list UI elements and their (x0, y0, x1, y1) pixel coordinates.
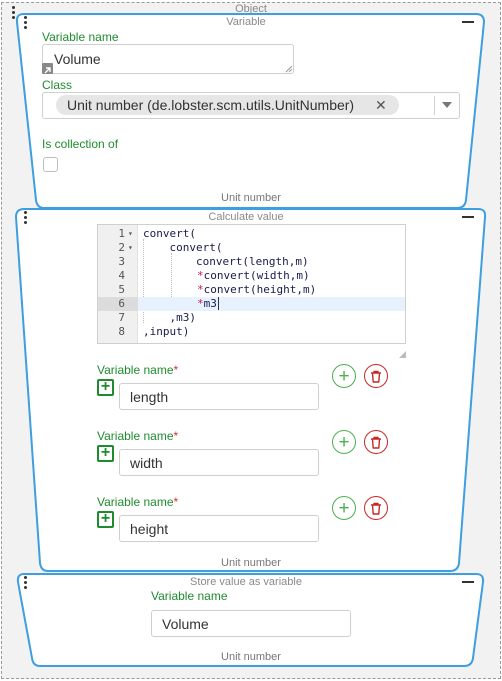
code-line[interactable]: 5 *convert(height,m) (98, 283, 405, 297)
code-line[interactable]: 8 ,input) (98, 325, 405, 339)
variable-value-input[interactable]: height (119, 515, 319, 542)
code-line[interactable]: 1 ▾ convert( (98, 227, 405, 241)
line-number: 6 (118, 297, 125, 310)
variable-name-label: Variable name* (97, 429, 178, 443)
code-line[interactable]: 2 ▾ convert( (98, 241, 405, 255)
fold-arrow-icon[interactable]: ▾ (128, 241, 133, 255)
trash-icon[interactable] (364, 430, 388, 454)
code-fragment: convert(height,m) (203, 283, 317, 296)
variable-value: width (130, 454, 163, 471)
variable-kebab-menu-icon[interactable] (24, 16, 28, 31)
required-asterisk: * (173, 495, 179, 509)
code-lines: 1 ▾ convert(2 ▾ convert(3 convert(length,m)… (98, 227, 405, 339)
plus-circle-icon[interactable]: + (332, 496, 356, 520)
code-text: *convert(height,m) (197, 283, 316, 297)
calculate-collapse-minus-icon[interactable] (462, 216, 474, 218)
required-asterisk: * (173, 429, 179, 443)
line-number: 8 (118, 325, 125, 338)
code-text: convert( (143, 241, 223, 254)
plus-square-icon[interactable]: + (97, 511, 114, 528)
chip-remove-icon[interactable]: ✕ (375, 97, 387, 114)
code-text: *m3 (197, 297, 219, 311)
variable-name-label-text: Variable name (97, 495, 174, 509)
link-arrow-icon[interactable] (42, 63, 53, 74)
variable-block-footer: Unit number (221, 192, 281, 204)
class-label: Class (42, 78, 73, 92)
caret-down-icon[interactable] (442, 102, 452, 108)
code-line[interactable]: 4 *convert(width,m) (98, 269, 405, 283)
variable-block-title: Variable (226, 16, 266, 28)
plus-square-icon[interactable]: + (97, 379, 114, 396)
code-text: convert( (143, 227, 196, 240)
code-editor[interactable]: 1 ▾ convert(2 ▾ convert(3 convert(length,m)… (97, 224, 406, 344)
line-number: 2 (118, 241, 125, 254)
trash-icon[interactable] (364, 496, 388, 520)
variable-name-label: Variable name* (97, 495, 178, 509)
store-block-footer: Unit number (221, 651, 281, 663)
plus-circle-icon[interactable]: + (332, 364, 356, 388)
trash-icon[interactable] (364, 364, 388, 388)
store-variable-name-input[interactable]: Volume (151, 610, 351, 637)
required-asterisk: * (173, 363, 179, 377)
class-chip: Unit number (de.lobster.scm.utils.UnitNu… (56, 95, 399, 115)
calculate-kebab-menu-icon[interactable] (24, 211, 28, 226)
class-chip-label: Unit number (de.lobster.scm.utils.UnitNu… (67, 97, 355, 113)
store-kebab-menu-icon[interactable] (24, 576, 28, 591)
variable-name-label-text: Variable name (97, 363, 174, 377)
line-number: 7 (118, 311, 125, 324)
variable-value: height (130, 520, 169, 537)
plus-circle-icon[interactable]: + (332, 430, 356, 454)
resize-handle-icon[interactable] (285, 65, 293, 73)
code-text: convert(length,m) (143, 255, 309, 268)
variable-value-input[interactable]: width (119, 449, 319, 476)
code-text: ,input) (143, 325, 190, 338)
variable-name-label: Variable name* (97, 363, 178, 377)
operator: * (197, 297, 204, 310)
code-line[interactable]: 7 ,m3) (98, 311, 405, 325)
variable-name-label: Variable name (42, 30, 119, 44)
variable-name-input[interactable]: Volume (42, 44, 294, 74)
code-fragment: m3 (203, 297, 217, 310)
calculate-block-title: Calculate value (208, 211, 284, 223)
collection-label: Is collection of (42, 137, 119, 151)
fold-arrow-icon[interactable]: ▾ (128, 227, 133, 241)
text-cursor (217, 297, 219, 310)
line-number: 5 (118, 283, 125, 296)
plus-square-icon[interactable]: + (97, 445, 114, 462)
calculate-block-footer: Unit number (221, 557, 281, 569)
variable-name-label-text: Variable name (97, 429, 174, 443)
store-collapse-minus-icon[interactable] (462, 581, 474, 583)
store-block-title: Store value as variable (190, 576, 302, 588)
editor-resize-handle-icon[interactable] (399, 351, 406, 358)
line-number: 4 (118, 269, 125, 282)
store-variable-name-value: Volume (162, 615, 209, 632)
object-title: Object (235, 3, 267, 15)
operator: * (197, 283, 204, 296)
code-text: ,m3) (143, 311, 196, 324)
code-text: *convert(width,m) (197, 269, 310, 283)
variable-value: length (130, 388, 169, 405)
variable-name-value: Volume (54, 51, 101, 67)
code-line[interactable]: 3 convert(length,m) (98, 255, 405, 269)
variable-collapse-minus-icon[interactable] (462, 21, 474, 23)
line-number: 3 (118, 255, 125, 268)
variable-value-input[interactable]: length (119, 383, 319, 410)
store-variable-name-label: Variable name (151, 589, 228, 603)
line-number: 1 (118, 227, 125, 240)
code-line[interactable]: 6 *m3 (98, 297, 405, 311)
code-fragment: convert(width,m) (203, 269, 310, 282)
operator: * (197, 269, 204, 282)
select-divider (434, 96, 435, 115)
collection-checkbox[interactable] (43, 157, 58, 172)
